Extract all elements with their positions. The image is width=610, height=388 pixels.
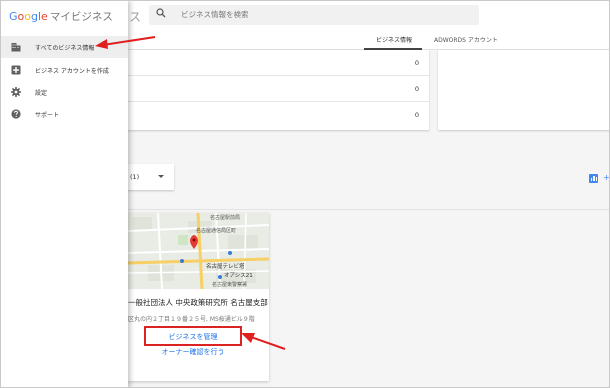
sidebar-item-settings[interactable]: 設定	[1, 81, 128, 103]
header-text-fragment: ス	[129, 10, 142, 24]
stats-card: 0 0 0	[128, 50, 429, 130]
business-address: 区丸の内２丁目１９番２５号, MS桜通ビル９階	[128, 316, 255, 323]
business-map[interactable]: 名古屋駅前局 名古屋通信局区町 名古屋テレビ塔 オアシス21 名古屋東警察署	[128, 213, 269, 289]
screenshot-frame: ス ビジネス情報を検索 ビジネス情報 ADWORDS アカウント 0 0 0 (…	[0, 0, 610, 388]
secondary-card	[438, 50, 609, 130]
chart-icon[interactable]	[589, 174, 598, 183]
search-icon	[156, 8, 166, 18]
stats-row: 0	[128, 76, 429, 102]
add-box-icon	[11, 65, 21, 75]
help-icon	[11, 109, 21, 119]
map-label: 名古屋駅前局	[210, 215, 241, 221]
map-label: 名古屋テレビ塔	[206, 264, 245, 270]
sidebar-item-label: サポート	[35, 112, 60, 119]
manage-business-link[interactable]: ビジネスを管理	[144, 326, 242, 346]
building-icon	[11, 43, 21, 52]
tab-business-info[interactable]: ビジネス情報	[376, 35, 412, 44]
tab-adwords-account[interactable]: ADWORDS アカウント	[434, 35, 498, 44]
map-label: 名古屋東警察署	[212, 282, 248, 288]
filter-label: (1)	[130, 173, 140, 181]
filter-dropdown[interactable]: (1)	[128, 164, 174, 190]
search-placeholder: ビジネス情報を検索	[181, 10, 249, 19]
map-label: オアシス21	[224, 273, 253, 279]
business-name: 一般社団法人 中央政策研究所 名古屋支部	[128, 298, 268, 307]
more-options-icon[interactable]: +	[603, 173, 609, 182]
stats-value: 0	[414, 59, 419, 67]
dropdown-caret-icon	[158, 175, 164, 178]
nav-drawer: Google マイビジネス すべてのビジネス情報 ビジネス アカウントを作成 設…	[1, 1, 128, 387]
sidebar-item-label: 設定	[35, 90, 48, 97]
stats-value: 0	[414, 111, 419, 119]
stats-row: 0	[128, 50, 429, 76]
sidebar-item-support[interactable]: サポート	[1, 103, 128, 125]
stats-row: 0	[128, 102, 429, 128]
verify-ownership-link[interactable]: オーナー確認を行う	[128, 347, 258, 357]
divider	[128, 209, 609, 210]
business-card: 名古屋駅前局 名古屋通信局区町 名古屋テレビ塔 オアシス21 名古屋東警察署 一…	[128, 213, 269, 381]
stats-value: 0	[414, 85, 419, 93]
sidebar-item-label: すべてのビジネス情報	[35, 45, 95, 52]
search-input[interactable]: ビジネス情報を検索	[149, 5, 479, 25]
google-my-business-logo: Google マイビジネス	[9, 10, 113, 23]
gear-icon	[11, 87, 21, 97]
sidebar-item-all-businesses[interactable]: すべてのビジネス情報	[1, 36, 128, 58]
sidebar-item-create-account[interactable]: ビジネス アカウントを作成	[1, 59, 128, 81]
map-label: 名古屋通信局区町	[196, 228, 237, 234]
sidebar-item-label: ビジネス アカウントを作成	[35, 68, 109, 75]
